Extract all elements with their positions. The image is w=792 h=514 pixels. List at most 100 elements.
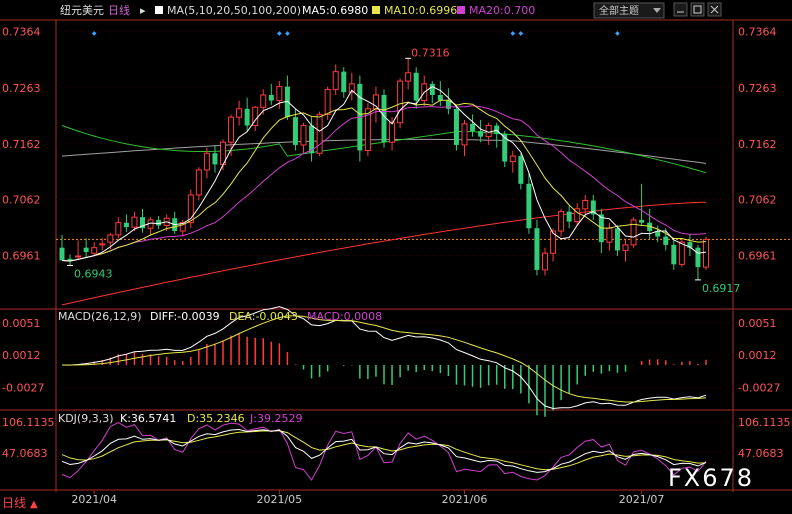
ma20-swatch-icon [457, 6, 465, 14]
candle-body [341, 71, 347, 93]
candle-body [478, 131, 484, 137]
candle-body [695, 247, 701, 268]
candle-body [397, 80, 404, 124]
candle-body [461, 123, 468, 146]
event-marker-icon: ◆ [277, 30, 282, 37]
kdj-tick-left: 106.1135 [2, 416, 55, 429]
candle-body [509, 155, 516, 163]
candle-body [300, 125, 307, 146]
y-tick-label-left: 0.7162 [2, 138, 41, 151]
y-tick-label-right: 0.6961 [738, 249, 777, 262]
candle-body [228, 116, 235, 143]
candle-body [485, 125, 492, 138]
bottom-bar: 日线 ▲ [2, 496, 38, 510]
candle-body [582, 199, 589, 210]
layout-select[interactable]: 全部主题 [593, 2, 665, 19]
x-tick-label: 2021/05 [256, 493, 302, 506]
y-tick-label-right: 0.7162 [738, 138, 777, 151]
candle-body [622, 244, 629, 251]
candle-body [614, 228, 620, 251]
y-tick-label-right: 0.7062 [738, 193, 777, 206]
period-up-icon[interactable]: ▲ [30, 499, 38, 510]
low-annotation: 0.6917 [702, 282, 741, 295]
low-annotation: 0.6943 [74, 267, 113, 280]
kdj-tick-right: 106.1135 [738, 416, 791, 429]
macd-value: MACD:0.0008 [307, 310, 382, 323]
macd-tick-right: 0.0051 [738, 317, 777, 330]
candle-body [212, 153, 218, 165]
candle-body [534, 228, 540, 270]
x-tick-label: 2021/06 [442, 493, 488, 506]
candle-body [75, 255, 82, 258]
period-dropdown-icon[interactable]: ▸ [140, 4, 146, 17]
candle-body [566, 211, 572, 222]
kdj-tick-left: 47.0683 [2, 447, 48, 460]
kdj-title: KDJ(9,3,3) [58, 412, 114, 425]
candle-body [260, 94, 267, 108]
candle-body [453, 108, 459, 145]
candle-body [292, 117, 298, 145]
period-selector[interactable]: 日线 [108, 3, 130, 17]
y-tick-label-left: 0.7364 [2, 26, 41, 39]
ma20-value: MA20:0.700 [469, 4, 535, 17]
y-tick-label-right: 0.7263 [738, 82, 777, 95]
symbol-name[interactable]: 纽元美元 [60, 3, 104, 17]
candle-body [663, 236, 669, 245]
macd-tick-left: -0.0027 [2, 381, 44, 394]
ma10-swatch-icon [372, 6, 380, 14]
y-tick-label-left: 0.6961 [2, 249, 41, 262]
high-annotation: 0.7316 [411, 46, 450, 59]
candle-body [244, 108, 250, 126]
ma5-value: MA5:0.6980 [302, 4, 368, 17]
candle-body [59, 247, 65, 261]
candle-body [316, 113, 323, 154]
x-tick-label: 2021/07 [619, 493, 665, 506]
candle-body [276, 86, 283, 102]
kdj-d: D:35.2346 [187, 412, 245, 425]
bottom-period-label[interactable]: 日线 [2, 496, 26, 510]
candle-body [437, 94, 443, 101]
ma-label: MA(5,10,20,50,100,200) [167, 4, 301, 17]
ma-color-swatch-icon [155, 6, 163, 14]
candle-body [405, 72, 412, 82]
candle-body [91, 247, 98, 254]
candle-body [639, 219, 645, 223]
macd-title: MACD(26,12,9) [58, 310, 142, 323]
candle-body [429, 83, 435, 95]
watermark: FX678 [668, 464, 754, 492]
layout-select-value: 全部主题 [599, 4, 639, 17]
candle-body [203, 152, 210, 171]
event-marker-icon: ◆ [510, 30, 515, 37]
candle-body [630, 219, 637, 246]
candle-body [381, 94, 387, 143]
y-tick-label-left: 0.7062 [2, 193, 41, 206]
candle-body [494, 125, 500, 134]
candle-body [558, 211, 565, 232]
macd-tick-left: 0.0012 [2, 349, 41, 362]
kdj-k: K:36.5741 [120, 412, 176, 425]
candle-body [413, 72, 419, 101]
candle-body [236, 108, 243, 118]
x-tick-label: 2021/04 [71, 493, 117, 506]
candle-body [83, 247, 89, 253]
candle-body [115, 222, 122, 236]
y-tick-label-right: 0.7364 [738, 26, 777, 39]
candle-body [195, 169, 202, 196]
event-marker-icon: ◆ [519, 30, 524, 37]
candle-body [606, 227, 613, 243]
minimize-button[interactable] [673, 2, 688, 17]
event-marker-icon: ◆ [92, 30, 97, 37]
event-marker-icon: ◆ [615, 30, 620, 37]
candle-body [131, 216, 138, 228]
macd-tick-left: 0.0051 [2, 317, 41, 330]
candle-body [123, 222, 129, 228]
candle-body [389, 122, 396, 143]
macd-tick-right: -0.0027 [738, 381, 780, 394]
window-controls [673, 2, 722, 17]
candle-body [526, 183, 532, 229]
ma10-value: MA10:0.6996 [384, 4, 457, 17]
forex-chart: 纽元美元 日线 ▸ MA(5,10,20,50,100,200) MA5:0.6… [0, 0, 792, 514]
candle-body [542, 252, 548, 271]
candle-body [332, 71, 339, 90]
restore-button[interactable] [690, 2, 705, 17]
